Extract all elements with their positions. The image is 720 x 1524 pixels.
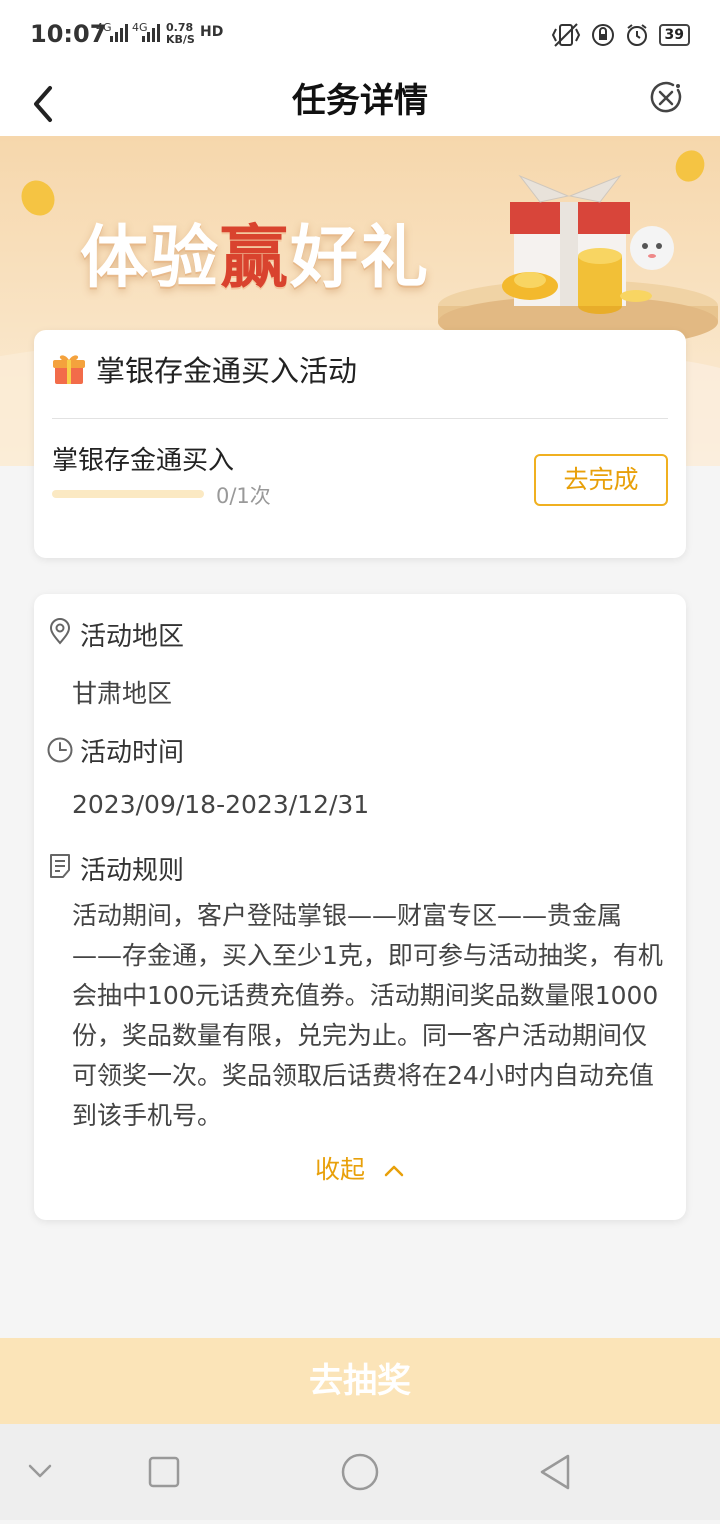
draw-lottery-button[interactable]: 去抽奖 (0, 1338, 720, 1424)
clock-icon (47, 737, 73, 763)
hd-indicator: HD (200, 24, 224, 40)
gift-icon (53, 355, 85, 384)
divider (52, 418, 668, 419)
time-value: 2023/09/18-2023/12/31 (72, 790, 370, 819)
vibrate-icon (551, 23, 580, 47)
banner-text-part2: 好礼 (290, 219, 431, 298)
banner-slogan: 体验赢好礼 (80, 202, 430, 301)
battery-indicator: 39 (658, 24, 690, 46)
collapse-button[interactable]: 收起 (34, 1150, 686, 1186)
network-1-label: 4G (96, 21, 112, 34)
nav-header: 任务详情 (0, 66, 720, 136)
speed-unit: KB/S (166, 33, 195, 46)
banner-text-highlight: 赢 (220, 219, 291, 298)
task-name: 掌银存金通买入 (52, 446, 235, 476)
rules-text: 活动期间，客户登陆掌银——财富专区——贵金属——存金通，买入至少1克，即可参与活… (72, 901, 663, 1130)
complete-task-button[interactable]: 去完成 (534, 454, 668, 506)
nav-back-button[interactable] (540, 1454, 570, 1490)
activity-info-card: 活动地区 甘肃地区 活动时间 2023/09/18-2023/12/31 活动规… (34, 594, 686, 1220)
alarm-icon (626, 24, 647, 46)
rules-label: 活动规则 (80, 856, 185, 886)
system-nav-bar (0, 1424, 720, 1520)
banner-text-part1: 体验 (80, 219, 221, 298)
location-pin-icon (49, 618, 71, 645)
status-bar: 10:07 4G 4G 0.78 KB/S HD 39 (0, 0, 720, 66)
task-card: 掌银存金通买入活动 掌银存金通买入 0/1次 去完成 (34, 330, 686, 558)
nav-recents-button[interactable] (148, 1456, 180, 1488)
region-value: 甘肃地区 (72, 679, 173, 708)
system-nav-buttons (28, 1453, 570, 1491)
network-indicator: 4G 4G (96, 22, 162, 46)
region-label: 活动地区 (80, 622, 185, 652)
rotation-lock-icon (591, 24, 614, 46)
task-progress-text: 0/1次 (216, 484, 271, 508)
status-time: 10:07 (30, 20, 107, 48)
close-button[interactable] (648, 80, 684, 116)
page-title: 任务详情 (292, 81, 428, 121)
status-icons: 39 (551, 22, 690, 48)
nav-hide-button[interactable] (28, 1464, 52, 1478)
close-circle-icon (650, 81, 682, 113)
network-speed: 0.78 KB/S (166, 22, 195, 46)
task-progress-bar (52, 490, 204, 498)
task-card-title: 掌银存金通买入活动 (96, 354, 358, 388)
chevron-up-icon (384, 1165, 404, 1177)
nav-home-button[interactable] (341, 1453, 379, 1491)
network-2-label: 4G (132, 21, 148, 34)
time-label: 活动时间 (80, 738, 185, 768)
collapse-label: 收起 (315, 1155, 366, 1184)
document-icon (50, 854, 70, 878)
